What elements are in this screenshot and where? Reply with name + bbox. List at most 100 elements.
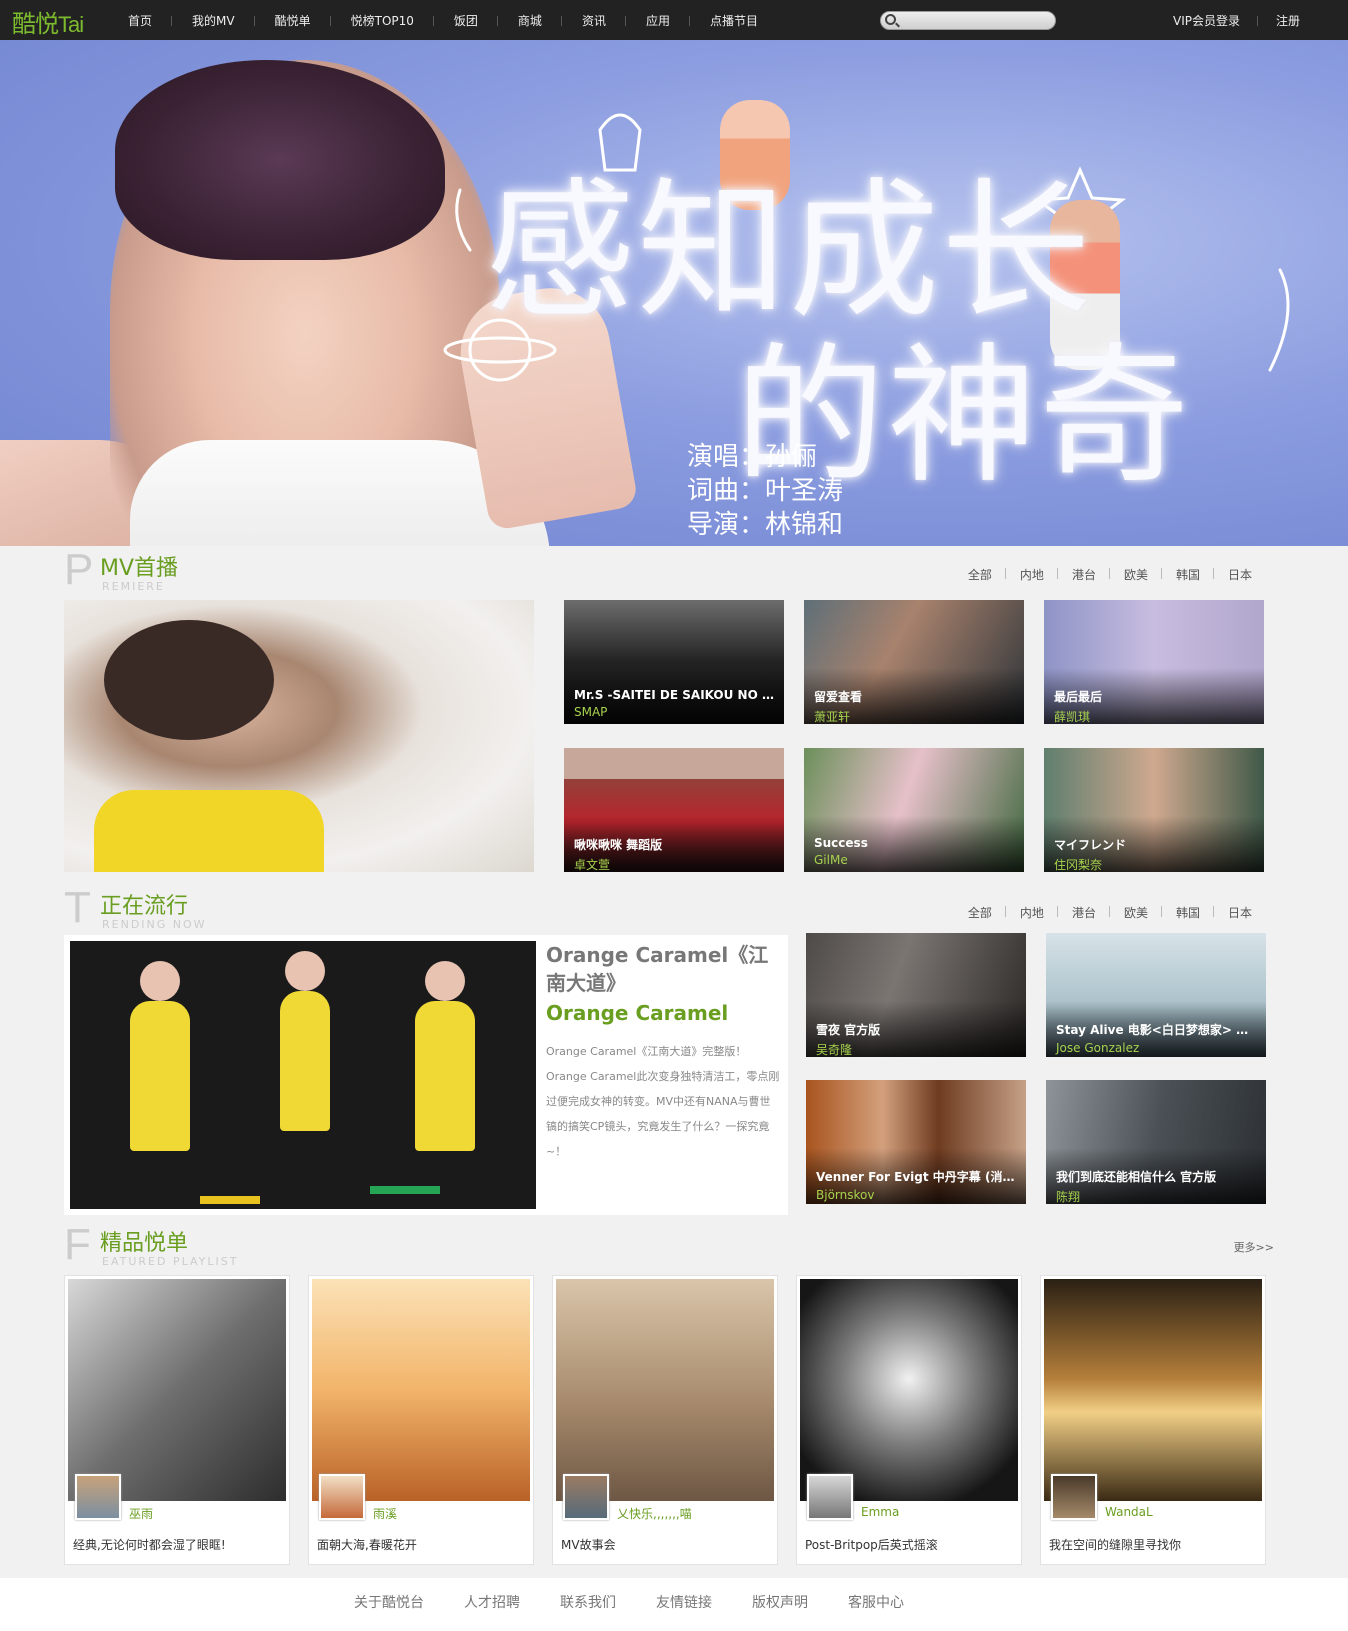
filter-japan[interactable]: 日本 bbox=[1214, 904, 1266, 921]
filter-hk-tw[interactable]: 港台 bbox=[1058, 904, 1110, 921]
nav-news[interactable]: 资讯 bbox=[562, 12, 626, 29]
premiere-card-6[interactable]: マイフレンド 住冈梨奈 bbox=[1044, 748, 1264, 872]
footer-support[interactable]: 客服中心 bbox=[828, 1592, 924, 1612]
search-box[interactable] bbox=[880, 11, 1056, 30]
premiere-feature-video[interactable] bbox=[64, 600, 534, 872]
trending-feature-video[interactable] bbox=[70, 941, 536, 1209]
section-title: 精品悦单 bbox=[100, 1231, 189, 1256]
footer: 关于酷悦台 人才招聘 联系我们 友情链接 版权声明 客服中心 bbox=[0, 1578, 1348, 1631]
section-subtitle: RENDING NOW bbox=[102, 918, 207, 931]
filter-hk-tw[interactable]: 港台 bbox=[1058, 566, 1110, 583]
region-filters: 全部 内地 港台 欧美 韩国 日本 bbox=[954, 566, 1266, 583]
filter-all[interactable]: 全部 bbox=[954, 904, 1006, 921]
playlist-card-2[interactable]: 雨溪 面朝大海,春暖花开 bbox=[308, 1275, 534, 1565]
filter-all[interactable]: 全部 bbox=[954, 566, 1006, 583]
trending-card-4[interactable]: 我们到底还能相信什么 官方版 陈翔 bbox=[1046, 1080, 1266, 1204]
section-title: MV首播 bbox=[100, 556, 179, 581]
footer-jobs[interactable]: 人才招聘 bbox=[444, 1592, 540, 1612]
premiere-card-2[interactable]: 留爱查看 萧亚轩 bbox=[804, 600, 1024, 724]
nav-playlist[interactable]: 酷悦单 bbox=[255, 12, 331, 29]
region-filters: 全部 内地 港台 欧美 韩国 日本 bbox=[954, 904, 1266, 921]
avatar[interactable] bbox=[75, 1474, 121, 1520]
playlist-card-1[interactable]: 巫雨 经典,无论何时都会湿了眼眶! bbox=[64, 1275, 290, 1565]
trending-header: T 正在流行 RENDING NOW 全部 内地 港台 欧美 韩国 日本 bbox=[64, 886, 1274, 936]
trending-card-3[interactable]: Venner For Evigt 中丹字幕 (消息... Björnskov bbox=[806, 1080, 1026, 1204]
site-logo[interactable]: 酷悦Tai bbox=[12, 4, 84, 39]
more-link[interactable]: 更多>> bbox=[1234, 1239, 1274, 1255]
playlist-cover[interactable] bbox=[312, 1279, 530, 1501]
search-icon[interactable] bbox=[885, 14, 896, 25]
playlist-user[interactable]: 巫雨 bbox=[129, 1505, 153, 1522]
filter-korea[interactable]: 韩国 bbox=[1162, 566, 1214, 583]
top-nav: 酷悦Tai 首页 我的MV 酷悦单 悦榜TOP10 饭团 商城 资讯 应用 点播… bbox=[0, 0, 1348, 40]
main-menu: 首页 我的MV 酷悦单 悦榜TOP10 饭团 商城 资讯 应用 点播节目 bbox=[108, 0, 778, 40]
playlist-card-3[interactable]: 乂快乐,,,,,,,喵 MV故事会 bbox=[552, 1275, 778, 1565]
playlist-cover[interactable] bbox=[800, 1279, 1018, 1501]
account-nav: VIP会员登录 注册 bbox=[1155, 0, 1318, 40]
premiere-card-3[interactable]: 最后最后 薛凯琪 bbox=[1044, 600, 1264, 724]
filter-western[interactable]: 欧美 bbox=[1110, 904, 1162, 921]
nav-top10[interactable]: 悦榜TOP10 bbox=[331, 12, 435, 29]
nav-on-demand[interactable]: 点播节目 bbox=[690, 12, 778, 29]
section-subtitle: EATURED PLAYLIST bbox=[102, 1255, 239, 1268]
playlist-desc[interactable]: Post-Britpop后英式摇滚 bbox=[805, 1536, 938, 1553]
filter-mainland[interactable]: 内地 bbox=[1006, 904, 1058, 921]
nav-apps[interactable]: 应用 bbox=[626, 12, 690, 29]
playlist-desc[interactable]: 面朝大海,春暖花开 bbox=[317, 1536, 417, 1553]
footer-friend-links[interactable]: 友情链接 bbox=[636, 1592, 732, 1612]
playlist-desc[interactable]: MV故事会 bbox=[561, 1536, 616, 1553]
hero-credits: 演唱：孙俪 词曲：叶圣涛 导演：林锦和 bbox=[687, 442, 844, 540]
trending-card-1[interactable]: 雪夜 官方版 吴奇隆 bbox=[806, 933, 1026, 1057]
playlist-header: F 精品悦单 EATURED PLAYLIST 更多>> bbox=[64, 1223, 1274, 1273]
footer-copyright[interactable]: 版权声明 bbox=[732, 1592, 828, 1612]
trending-card-2[interactable]: Stay Alive 电影<白日梦想家> 插... Jose Gonzalez bbox=[1046, 933, 1266, 1057]
section-letter: T bbox=[64, 883, 91, 932]
feature-artist[interactable]: Orange Caramel bbox=[546, 999, 780, 1027]
filter-japan[interactable]: 日本 bbox=[1214, 566, 1266, 583]
section-letter: P bbox=[64, 545, 94, 594]
premiere-header: P MV首播 REMIERE 全部 内地 港台 欧美 韩国 日本 bbox=[64, 548, 1274, 598]
playlist-user[interactable]: 乂快乐,,,,,,,喵 bbox=[617, 1505, 692, 1522]
search-input[interactable] bbox=[901, 13, 1051, 28]
filter-korea[interactable]: 韩国 bbox=[1162, 904, 1214, 921]
premiere-card-5[interactable]: Success GilMe bbox=[804, 748, 1024, 872]
footer-about[interactable]: 关于酷悦台 bbox=[342, 1592, 444, 1612]
playlist-user[interactable]: Emma bbox=[861, 1505, 899, 1519]
hero-cloud-title: 感知成长 的神奇 bbox=[485, 165, 1192, 504]
playlist-cover[interactable] bbox=[1044, 1279, 1262, 1501]
playlist-desc[interactable]: 我在空间的缝隙里寻找你 bbox=[1049, 1536, 1181, 1553]
hero-banner[interactable]: 感知成长 的神奇 演唱：孙俪 词曲：叶圣涛 导演：林锦和 bbox=[0, 40, 1348, 546]
section-title: 正在流行 bbox=[100, 894, 189, 919]
feature-yellow-top bbox=[94, 790, 324, 872]
vip-login-link[interactable]: VIP会员登录 bbox=[1155, 12, 1258, 29]
filter-western[interactable]: 欧美 bbox=[1110, 566, 1162, 583]
feature-description: Orange Caramel《江南大道》完整版！Orange Caramel此次… bbox=[546, 1045, 780, 1158]
premiere-card-4[interactable]: 啾咪啾咪 舞蹈版 卓文萱 bbox=[564, 748, 784, 872]
footer-links: 关于酷悦台 人才招聘 联系我们 友情链接 版权声明 客服中心 bbox=[342, 1592, 924, 1612]
premiere-card-1[interactable]: Mr.S -SAITEI DE SAIKOU NO O... SMAP bbox=[564, 600, 784, 724]
feature-title[interactable]: Orange Caramel《江南大道》 bbox=[546, 941, 780, 997]
nav-my-mv[interactable]: 我的MV bbox=[172, 12, 255, 29]
playlist-user[interactable]: WandaL bbox=[1105, 1505, 1153, 1519]
playlist-desc[interactable]: 经典,无论何时都会湿了眼眶! bbox=[73, 1536, 226, 1553]
playlist-card-5[interactable]: WandaL 我在空间的缝隙里寻找你 bbox=[1040, 1275, 1266, 1565]
nav-shop[interactable]: 商城 bbox=[498, 12, 562, 29]
playlist-cover[interactable] bbox=[68, 1279, 286, 1501]
avatar[interactable] bbox=[319, 1474, 365, 1520]
avatar[interactable] bbox=[807, 1474, 853, 1520]
nav-home[interactable]: 首页 bbox=[108, 12, 173, 29]
trending-feature: Orange Caramel《江南大道》 Orange Caramel Oran… bbox=[64, 935, 788, 1215]
footer-contact[interactable]: 联系我们 bbox=[540, 1592, 636, 1612]
avatar[interactable] bbox=[1051, 1474, 1097, 1520]
section-subtitle: REMIERE bbox=[102, 580, 165, 593]
avatar[interactable] bbox=[563, 1474, 609, 1520]
section-letter: F bbox=[64, 1220, 91, 1269]
filter-mainland[interactable]: 内地 bbox=[1006, 566, 1058, 583]
nav-fan-club[interactable]: 饭团 bbox=[434, 12, 498, 29]
register-link[interactable]: 注册 bbox=[1258, 12, 1318, 29]
feature-hair bbox=[104, 620, 274, 740]
playlist-card-4[interactable]: Emma Post-Britpop后英式摇滚 bbox=[796, 1275, 1022, 1565]
playlist-user[interactable]: 雨溪 bbox=[373, 1505, 397, 1522]
trending-feature-text: Orange Caramel《江南大道》 Orange Caramel Oran… bbox=[546, 941, 780, 1164]
playlist-cover[interactable] bbox=[556, 1279, 774, 1501]
